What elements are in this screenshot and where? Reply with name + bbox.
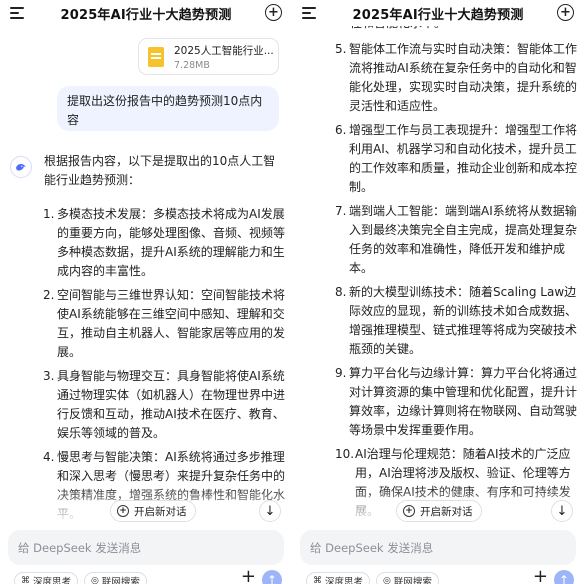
trend-number: 8. bbox=[335, 285, 347, 299]
deepseek-whale-icon bbox=[10, 156, 32, 178]
trend-item: 3. 具身智能与物理交互：具身智能将使AI系统通过物理实体（如机器人）在物理世界中… bbox=[43, 367, 285, 443]
new-chat-label: 开启新对话 bbox=[420, 505, 473, 518]
trend-number: 5. bbox=[335, 42, 347, 56]
trend-number: 7. bbox=[335, 204, 347, 218]
assistant-intro: 根据报告内容，以下是提取出的10点人工智能行业趋势预测： bbox=[44, 154, 276, 187]
deep-think-label: 深度思考 bbox=[325, 577, 364, 584]
web-search-toggle[interactable]: ◎ 联网搜索 bbox=[376, 572, 439, 584]
deep-think-icon: ⌘ bbox=[313, 576, 322, 584]
trend-item: 6. 增强型工作与员工表现提升：增强型工作将利用AI、机器学习和自动化技术，提升员… bbox=[335, 121, 577, 197]
trend-text: 增强型工作与员工表现提升：增强型工作将利用AI、机器学习和自动化技术，提升员工的… bbox=[349, 123, 578, 194]
input-toolbar: ⌘ 深度思考 ◎ 联网搜索 + ↑ bbox=[0, 568, 292, 584]
trend-text: 智能体工作流与实时自动决策：智能体工作流将推动AI系统在复杂任务中的自动化和智能… bbox=[349, 42, 578, 113]
deep-think-icon: ⌘ bbox=[21, 576, 30, 584]
send-button[interactable]: ↑ bbox=[554, 570, 574, 584]
right-screenshot-panel: 2025年AI行业十大趋势预测 + 性和智能化水平。 5.智能体工作流与实时自动… bbox=[292, 0, 584, 584]
trend-list: 1. 多模态技术发展：多模态技术将成为AI发展的重要方向，能够处理图像、音频、视频… bbox=[43, 205, 285, 529]
new-chat-label: 开启新对话 bbox=[134, 505, 187, 518]
deep-think-toggle[interactable]: ⌘ 深度思考 bbox=[14, 572, 79, 584]
file-size: 7.28MB bbox=[174, 59, 210, 71]
app-header: 2025年AI行业十大趋势预测 + bbox=[292, 0, 584, 26]
new-chat-icon[interactable]: + bbox=[265, 4, 282, 21]
trend-text: 空间智能与三维世界认知：空间智能技术将使AI系统能够在三维空间中感知、理解和交互… bbox=[57, 288, 286, 359]
trend-text: 具身智能与物理交互：具身智能将使AI系统通过物理实体（如机器人）在物理世界中进行… bbox=[57, 369, 286, 440]
trend-number: 2. bbox=[43, 288, 55, 302]
attach-plus-icon[interactable]: + bbox=[241, 568, 256, 584]
new-chat-button[interactable]: + 开启新对话 bbox=[110, 500, 196, 522]
page-title: 2025年AI行业十大趋势预测 bbox=[352, 7, 524, 23]
trend-number: 1. bbox=[43, 207, 55, 221]
trend-item: 9. 算力平台化与边缘计算：算力平台化将通过对计算资源的集中管理和优化配置，提升计… bbox=[335, 364, 577, 440]
send-button[interactable]: ↑ bbox=[262, 570, 282, 584]
deep-think-toggle[interactable]: ⌘ 深度思考 bbox=[306, 572, 371, 584]
user-message-bubble: 提取出这份报告中的趋势预测10点内容 bbox=[57, 86, 279, 131]
input-placeholder: 给 DeepSeek 发送消息 bbox=[310, 540, 434, 555]
web-search-label: 联网搜索 bbox=[101, 577, 140, 584]
arrow-down-icon: ↓ bbox=[264, 503, 276, 519]
file-attachment-card[interactable]: 2025人工智能行业... 7.28MB bbox=[138, 38, 279, 75]
attach-plus-icon[interactable]: + bbox=[533, 568, 548, 584]
file-name: 2025人工智能行业... bbox=[174, 44, 274, 57]
message-input[interactable]: 给 DeepSeek 发送消息 bbox=[300, 530, 576, 565]
new-chat-pill-icon: + bbox=[403, 505, 415, 517]
trend-list: 5. 智能体工作流与实时自动决策：智能体工作流将推动AI系统在复杂任务中的自动化和… bbox=[335, 40, 577, 526]
trend-item: 8. 新的大模型训练技术：随着Scaling Law边际效应的显现，新的训练技术如… bbox=[335, 283, 577, 359]
globe-icon: ◎ bbox=[91, 576, 99, 584]
deep-think-label: 深度思考 bbox=[33, 577, 72, 584]
new-chat-pill-icon: + bbox=[117, 505, 129, 517]
trend-text: 算力平台化与边缘计算：算力平台化将通过对计算资源的集中管理和优化配置，提升计算效… bbox=[349, 366, 578, 437]
scroll-down-button[interactable]: ↓ bbox=[259, 500, 281, 522]
web-search-toggle[interactable]: ◎ 联网搜索 bbox=[84, 572, 147, 584]
trend-item: 2. 空间智能与三维世界认知：空间智能技术将使AI系统能够在三维空间中感知、理解和… bbox=[43, 286, 285, 362]
message-input[interactable]: 给 DeepSeek 发送消息 bbox=[8, 530, 284, 565]
globe-icon: ◎ bbox=[383, 576, 391, 584]
trend-number: 4. bbox=[43, 450, 55, 464]
new-chat-button[interactable]: + 开启新对话 bbox=[396, 500, 482, 522]
trend-item: 7. 端到端人工智能：端到端AI系统将从数据输入到最终决策完全自主完成，提高处理复… bbox=[335, 202, 577, 278]
trend-number: 10. bbox=[335, 447, 355, 461]
trend-text: 多模态技术发展：多模态技术将成为AI发展的重要方向，能够处理图像、音频、视频等多… bbox=[57, 207, 286, 278]
trend-item: 1. 多模态技术发展：多模态技术将成为AI发展的重要方向，能够处理图像、音频、视频… bbox=[43, 205, 285, 281]
input-toolbar: ⌘ 深度思考 ◎ 联网搜索 + ↑ bbox=[292, 568, 584, 584]
trend-text: 端到端人工智能：端到端AI系统将从数据输入到最终决策完全自主完成，提高处理复杂任… bbox=[349, 204, 578, 275]
arrow-down-icon: ↓ bbox=[556, 503, 568, 519]
trend-item: 5. 智能体工作流与实时自动决策：智能体工作流将推动AI系统在复杂任务中的自动化和… bbox=[335, 40, 577, 116]
menu-icon[interactable] bbox=[302, 7, 316, 19]
scroll-down-button[interactable]: ↓ bbox=[551, 500, 573, 522]
document-icon bbox=[148, 46, 164, 67]
input-placeholder: 给 DeepSeek 发送消息 bbox=[18, 540, 142, 555]
menu-icon[interactable] bbox=[10, 7, 24, 19]
page-title: 2025年AI行业十大趋势预测 bbox=[60, 7, 232, 23]
trend-number: 9. bbox=[335, 366, 347, 380]
new-chat-icon[interactable]: + bbox=[557, 4, 574, 21]
arrow-up-icon: ↑ bbox=[558, 573, 570, 584]
left-screenshot-panel: 2025年AI行业十大趋势预测 + 2025人工智能行业... 7.28MB 提… bbox=[0, 0, 292, 584]
trend-number: 6. bbox=[335, 123, 347, 137]
trend-text: 新的大模型训练技术：随着Scaling Law边际效应的显现，新的训练技术如合成… bbox=[349, 285, 578, 356]
arrow-up-icon: ↑ bbox=[266, 573, 278, 584]
web-search-label: 联网搜索 bbox=[393, 577, 432, 584]
trend-number: 3. bbox=[43, 369, 55, 383]
app-header: 2025年AI行业十大趋势预测 + bbox=[0, 0, 292, 26]
